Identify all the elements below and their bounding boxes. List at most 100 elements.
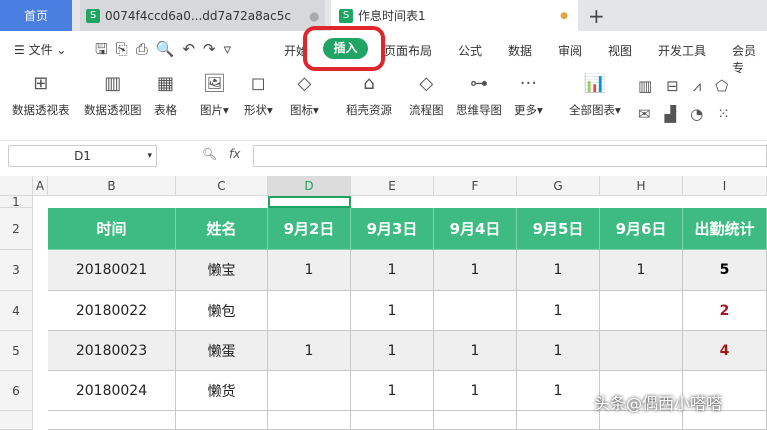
all-charts-button[interactable]: 📊 全部图表▾ xyxy=(569,72,621,118)
column-header-F[interactable]: F xyxy=(434,176,517,196)
table-header-cell[interactable]: 9月4日 xyxy=(434,208,517,250)
menu-member[interactable]: 会员专 xyxy=(732,42,767,76)
column-header-E[interactable]: E xyxy=(351,176,434,196)
table-cell[interactable] xyxy=(600,291,683,331)
table-cell[interactable] xyxy=(434,291,517,331)
flowchart-button[interactable]: ◇ 流程图 xyxy=(409,72,444,118)
table-cell[interactable]: 1 xyxy=(517,371,600,411)
chart-type-icons[interactable]: ▥⊟⩘⬠ ✉▟◔⁙ xyxy=(638,72,767,128)
table-cell[interactable]: 1 xyxy=(268,250,351,291)
table-cell[interactable] xyxy=(517,411,600,430)
table-cell[interactable]: 1 xyxy=(351,371,434,411)
table-cell[interactable]: 1 xyxy=(268,331,351,371)
label: 全部图表 xyxy=(569,103,615,117)
docer-button[interactable]: ⌂ 稻壳资源 xyxy=(346,72,392,118)
table-cell[interactable]: 懒货 xyxy=(176,371,268,411)
table-cell[interactable]: 懒宝 xyxy=(176,250,268,291)
shape-button[interactable]: ◻ 形状▾ xyxy=(244,72,273,118)
pivot-chart-icon: ▥ xyxy=(104,73,122,94)
table-cell[interactable]: 20180024 xyxy=(48,371,176,411)
table-cell[interactable]: 1 xyxy=(434,331,517,371)
table-cell[interactable]: 1 xyxy=(517,250,600,291)
row-header[interactable]: 2 xyxy=(0,208,33,250)
table-cell[interactable]: 1 xyxy=(351,250,434,291)
table-cell[interactable]: 20180022 xyxy=(48,291,176,331)
table-cell[interactable]: 1 xyxy=(517,331,600,371)
menu-data[interactable]: 数据 xyxy=(508,42,532,59)
fx-button[interactable]: fx xyxy=(229,147,240,161)
column-header-I[interactable]: I xyxy=(683,176,767,196)
mindmap-button[interactable]: ⊶ 思维导图 xyxy=(456,72,502,118)
table-cell[interactable]: 1 xyxy=(517,291,600,331)
pivot-chart-button[interactable]: ▥ 数据透视图 xyxy=(84,72,142,118)
label: 数据透视图 xyxy=(84,103,142,117)
column-header-D[interactable]: D xyxy=(268,176,351,196)
quick-access-toolbar[interactable]: 🖫⎘⎙🔍↶↷▿ xyxy=(95,39,239,64)
row-header[interactable]: 3 xyxy=(0,250,33,291)
table-cell[interactable] xyxy=(268,411,351,430)
pivot-table-icon: ⊞ xyxy=(33,73,49,94)
table-cell[interactable] xyxy=(351,411,434,430)
formula-input[interactable] xyxy=(253,145,767,167)
table-cell[interactable] xyxy=(48,411,176,430)
menu-page-layout[interactable]: 页面布局 xyxy=(384,42,432,59)
table-header-cell[interactable]: 出勤统计 xyxy=(683,208,767,250)
label: 稻壳资源 xyxy=(346,103,392,117)
tab-home[interactable]: 首页 xyxy=(0,0,72,31)
unsaved-dot-icon: ● xyxy=(560,10,568,21)
table-cell[interactable] xyxy=(434,411,517,430)
column-header-C[interactable]: C xyxy=(176,176,268,196)
table-cell[interactable]: 2 xyxy=(683,291,767,331)
table-cell[interactable]: 20180021 xyxy=(48,250,176,291)
table-button[interactable]: ▦ 表格 xyxy=(154,72,177,118)
row-header[interactable]: 6 xyxy=(0,371,33,411)
table-header-cell[interactable]: 时间 xyxy=(48,208,176,250)
table-cell[interactable] xyxy=(600,331,683,371)
close-dot-icon[interactable]: ● xyxy=(309,9,319,23)
table-header-cell[interactable]: 姓名 xyxy=(176,208,268,250)
table-header-cell[interactable]: 9月6日 xyxy=(600,208,683,250)
menu-view[interactable]: 视图 xyxy=(608,42,632,59)
row-header[interactable]: 4 xyxy=(0,291,33,331)
row-header[interactable] xyxy=(0,411,33,430)
menu-formula[interactable]: 公式 xyxy=(458,42,482,59)
row-header[interactable]: 1 xyxy=(0,195,33,209)
table-cell[interactable]: 1 xyxy=(351,291,434,331)
row-header[interactable]: 5 xyxy=(0,331,33,371)
name-box[interactable]: D1 ▾ xyxy=(8,145,157,167)
column-header-G[interactable]: G xyxy=(517,176,600,196)
table-cell[interactable]: 1 xyxy=(351,331,434,371)
pivot-table-button[interactable]: ⊞ 数据透视表 xyxy=(12,72,70,118)
column-header-B[interactable]: B xyxy=(48,176,176,196)
table-cell[interactable]: 1 xyxy=(600,250,683,291)
table-cell[interactable] xyxy=(176,411,268,430)
zoom-icon[interactable]: 🔍︎ xyxy=(202,147,217,161)
table-cell[interactable] xyxy=(268,371,351,411)
table-header-cell[interactable]: 9月2日 xyxy=(268,208,351,250)
icons-icon: ◇ xyxy=(297,73,312,94)
selected-cell-D1[interactable] xyxy=(268,196,351,208)
label: 图片 xyxy=(200,103,223,117)
table-cell[interactable]: 1 xyxy=(434,250,517,291)
column-header-A[interactable]: A xyxy=(33,176,48,196)
file-menu[interactable]: ☰ 文件 ⌄ xyxy=(14,41,66,58)
picture-button[interactable]: 🖼 图片▾ xyxy=(200,72,229,118)
new-tab-button[interactable]: + xyxy=(588,0,605,31)
tab-file1[interactable]: S 0074f4ccd6a0...dd7a72a8ac5c ● xyxy=(80,0,325,31)
table-cell[interactable]: 懒包 xyxy=(176,291,268,331)
table-header-cell[interactable]: 9月3日 xyxy=(351,208,434,250)
icon-button[interactable]: ◇ 图标▾ xyxy=(290,72,319,118)
table-cell[interactable]: 20180023 xyxy=(48,331,176,371)
more-button[interactable]: ··· 更多▾ xyxy=(514,72,543,118)
column-header-H[interactable]: H xyxy=(600,176,683,196)
table-cell[interactable]: 懒蛋 xyxy=(176,331,268,371)
menu-review[interactable]: 审阅 xyxy=(558,42,582,59)
sheet-icon: S xyxy=(339,8,353,23)
table-cell[interactable]: 1 xyxy=(434,371,517,411)
table-header-cell[interactable]: 9月5日 xyxy=(517,208,600,250)
table-cell[interactable]: 4 xyxy=(683,331,767,371)
select-all[interactable] xyxy=(0,176,33,196)
table-cell[interactable] xyxy=(268,291,351,331)
table-cell[interactable]: 5 xyxy=(683,250,767,291)
menu-developer[interactable]: 开发工具 xyxy=(658,42,706,59)
